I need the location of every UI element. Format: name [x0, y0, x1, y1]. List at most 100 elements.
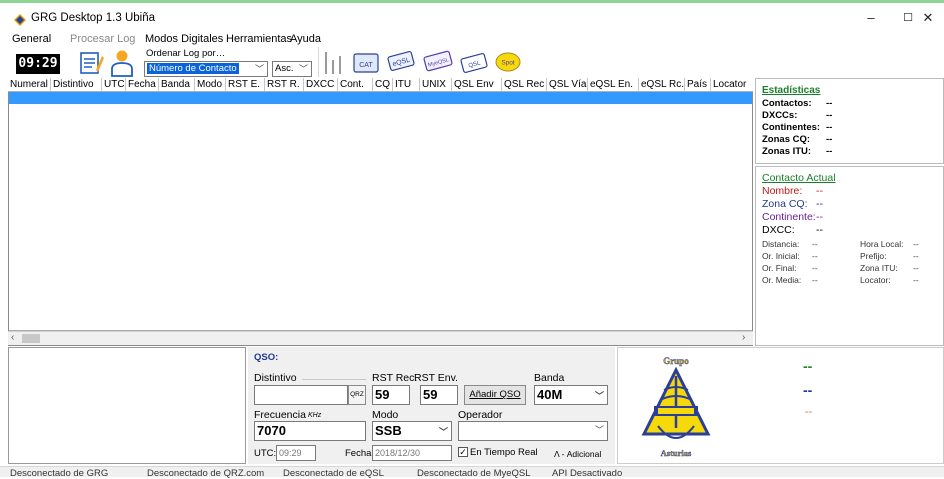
column-header-qsl-env[interactable]: QSL Env — [452, 78, 502, 91]
stat-dxccs-label: DXCCs: — [762, 110, 798, 121]
contact-title: Contacto Actual — [762, 172, 836, 184]
column-header-dxcc[interactable]: DXCC — [304, 78, 338, 91]
column-header-qsl-via[interactable]: QSL Vía — [547, 78, 588, 91]
window-title: GRG Desktop 1.3 Ubiña — [31, 12, 156, 24]
spot-icon-label: Spot — [501, 60, 515, 67]
utc-label: UTC: — [254, 448, 277, 459]
order-select[interactable]: Asc. ﹀ — [272, 61, 312, 77]
column-header-numeral[interactable]: Numeral — [8, 78, 51, 91]
eqsl-icon[interactable]: eQSL — [385, 48, 417, 76]
tiempo-real-label: En Tiempo Real — [470, 447, 538, 458]
chevron-down-icon: ﹀ — [298, 64, 308, 74]
column-header-rst-e[interactable]: RST E. — [226, 78, 265, 91]
status-grg: Desconectado de GRG — [10, 468, 109, 479]
stat-zonas-itu-value: -- — [826, 146, 833, 157]
menu-general[interactable]: General — [12, 33, 51, 45]
horizontal-scrollbar[interactable]: ‹ › — [8, 331, 753, 345]
log-grid-header: Numeral Distintivo UTC Fecha Banda Modo … — [8, 78, 753, 92]
distintivo-input[interactable] — [254, 385, 348, 405]
add-qso-button[interactable]: Añadir QSO — [464, 385, 526, 405]
user-icon[interactable] — [110, 49, 134, 77]
column-header-locator[interactable]: Locator — [711, 78, 753, 91]
myeqsl-icon[interactable]: MyeQSL — [421, 48, 455, 76]
contact-or-inicial-value: -- — [812, 251, 818, 261]
contact-or-media-value: -- — [812, 275, 818, 285]
sort-select[interactable]: Número de Contacto ﹀ — [144, 61, 268, 77]
column-header-itu[interactable]: ITU — [393, 78, 420, 91]
logo-top-text: Grupo — [663, 356, 689, 366]
scroll-left-icon[interactable]: ‹ — [11, 332, 14, 343]
banda-label: Banda — [534, 372, 565, 384]
column-header-distintivo[interactable]: Distintivo — [51, 78, 102, 91]
rst-env-input[interactable]: 59 — [420, 385, 458, 405]
column-header-utc[interactable]: UTC — [102, 78, 126, 91]
banda-select[interactable]: 40M ﹀ — [534, 385, 608, 405]
column-header-eqsl-rc[interactable]: eQSL Rc. — [639, 78, 685, 91]
title-bar: GRG Desktop 1.3 Ubiña – ☐ ✕ — [0, 3, 944, 31]
banda-select-value: 40M — [537, 387, 563, 402]
qrz-lookup-button[interactable]: QRZ — [348, 385, 366, 405]
modo-select[interactable]: SSB ﹀ — [372, 421, 452, 441]
column-header-qsl-rec[interactable]: QSL Rec — [502, 78, 547, 91]
contact-continente-value: -- — [816, 211, 823, 223]
column-header-modo[interactable]: Modo — [195, 78, 226, 91]
frecuencia-input[interactable]: 7070 — [254, 421, 366, 441]
spot-icon[interactable]: Spot — [494, 48, 522, 76]
scroll-right-icon[interactable]: › — [742, 332, 745, 343]
chevron-down-icon: ﹀ — [254, 64, 264, 74]
column-header-fecha[interactable]: Fecha — [126, 78, 159, 91]
contact-or-media-label: Or. Media: — [762, 275, 802, 285]
stat-zonas-cq-value: -- — [826, 134, 833, 145]
column-header-rst-r[interactable]: RST R. — [265, 78, 304, 91]
column-header-cont[interactable]: Cont. — [338, 78, 373, 91]
table-row-selected[interactable] — [9, 92, 752, 104]
distintivo-label: Distintivo — [254, 372, 297, 384]
cat-icon[interactable]: CAT — [351, 50, 381, 76]
utc-input[interactable]: 09:29 — [276, 445, 316, 461]
signal-bars-icon[interactable] — [322, 50, 346, 76]
column-header-eqsl-en[interactable]: eQSL En. — [588, 78, 639, 91]
contact-prefijo-label: Prefijo: — [860, 251, 887, 261]
contact-zonacq-value: -- — [816, 198, 823, 210]
minimize-button[interactable]: – — [851, 7, 891, 29]
sort-label: Ordenar Log por… — [146, 48, 226, 59]
rst-rec-label: RST Rec. — [372, 372, 418, 384]
contact-or-inicial-label: Or. Inicial: — [762, 251, 800, 261]
stat-continentes-value: -- — [826, 122, 833, 133]
logo-bottom-text: Asturias — [661, 448, 692, 458]
logo-value-3: -- — [805, 406, 813, 418]
column-header-banda[interactable]: Banda — [159, 78, 195, 91]
contact-nombre-label: Nombre: — [762, 185, 803, 197]
contact-hora-local-value: -- — [913, 239, 919, 249]
close-button[interactable]: ✕ — [912, 7, 944, 29]
qso-title: QSO: — [254, 352, 279, 363]
operador-select[interactable]: ﹀ — [458, 421, 608, 441]
fecha-input[interactable]: 2018/12/30 — [372, 445, 452, 461]
qsl-card-icon[interactable]: QSL — [459, 48, 489, 76]
tiempo-real-checkbox[interactable]: ✓ — [458, 447, 468, 457]
notepad-icon[interactable] — [78, 50, 104, 76]
column-header-unix[interactable]: UNIX — [420, 78, 452, 91]
column-header-pais[interactable]: País — [685, 78, 711, 91]
adicional-toggle[interactable]: Λ - Adicional — [554, 449, 601, 459]
contact-dxcc-label: DXCC: — [762, 224, 795, 236]
menu-bar: General Procesar Log Modos Digitales Her… — [0, 31, 944, 48]
menu-modos-digitales[interactable]: Modos Digitales — [145, 33, 223, 45]
contact-or-final-value: -- — [812, 263, 818, 273]
menu-procesar-log[interactable]: Procesar Log — [70, 33, 135, 45]
scrollbar-thumb[interactable] — [22, 334, 40, 343]
grupo-asturias-logo: Grupo Asturias — [641, 356, 711, 458]
menu-ayuda[interactable]: Ayuda — [290, 33, 321, 45]
operador-label: Operador — [458, 409, 503, 421]
notes-panel[interactable] — [8, 347, 246, 464]
rst-rec-input[interactable]: 59 — [372, 385, 410, 405]
toolbar-separator — [318, 47, 319, 77]
menu-herramientas[interactable]: Herramientas — [226, 33, 292, 45]
contact-or-final-label: Or. Final: — [762, 263, 797, 273]
contact-nombre-value: -- — [816, 185, 823, 197]
current-contact-panel: Contacto Actual Nombre: -- Zona CQ: -- C… — [755, 166, 944, 346]
chevron-down-icon: ﹀ — [594, 391, 604, 401]
contact-hora-local-label: Hora Local: — [860, 239, 904, 249]
column-header-cq[interactable]: CQ — [373, 78, 393, 91]
stat-continentes-label: Continentes: — [762, 122, 821, 133]
